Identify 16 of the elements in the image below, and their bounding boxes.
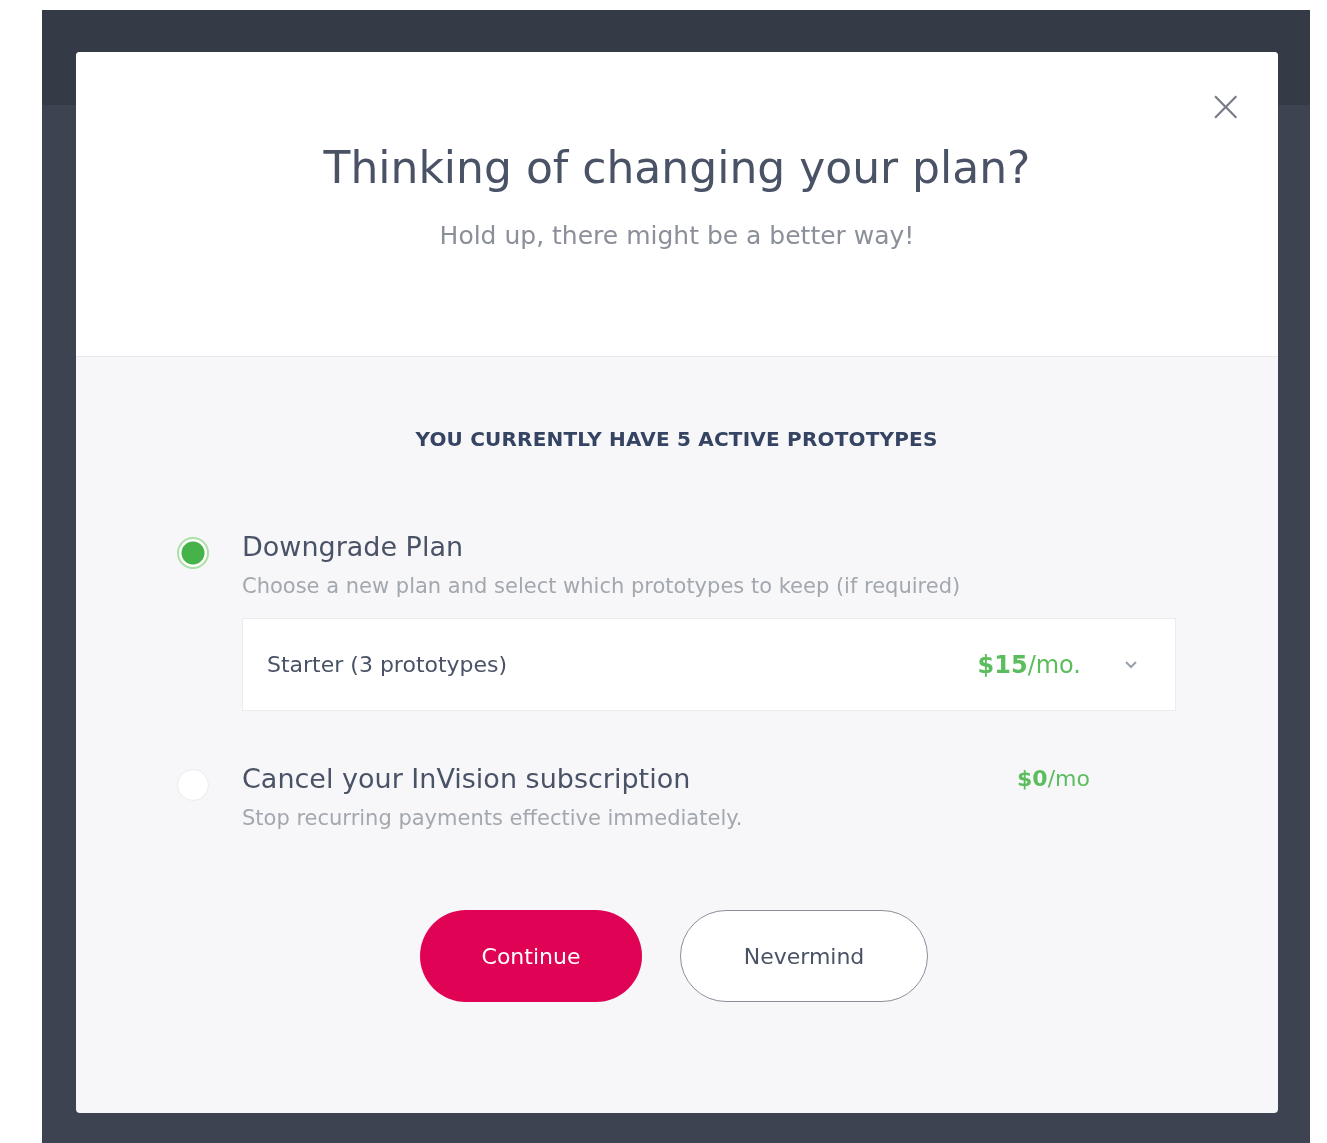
close-button[interactable]: ×	[1207, 84, 1244, 128]
plan-dropdown[interactable]: Starter (3 prototypes) $15/mo.	[242, 618, 1176, 711]
price-label: $0/mo	[1017, 766, 1090, 791]
dropdown-value: Starter (3 prototypes)	[267, 652, 509, 677]
chevron-down-icon	[1125, 660, 1137, 669]
radio-button[interactable]	[177, 537, 209, 569]
option-description: Choose a new plan and select which prototypes to keep (if required)	[242, 574, 962, 598]
continue-button[interactable]: Continue	[420, 910, 642, 1002]
option-description: Stop recurring payments effective immediately.	[242, 806, 744, 830]
cancel-button[interactable]: Nevermind	[680, 910, 928, 1002]
dialog-subtitle: Hold up, there might be a better way!	[439, 220, 915, 250]
option-title: Cancel your InVision subscription	[242, 763, 691, 794]
option-title: Downgrade Plan	[242, 531, 464, 562]
dialog-title: Thinking of changing your plan?	[323, 142, 1031, 195]
price-label: $15/mo.	[977, 650, 1081, 679]
section-heading: YOU CURRENTLY HAVE 5 ACTIVE PROTOTYPES	[415, 427, 938, 451]
